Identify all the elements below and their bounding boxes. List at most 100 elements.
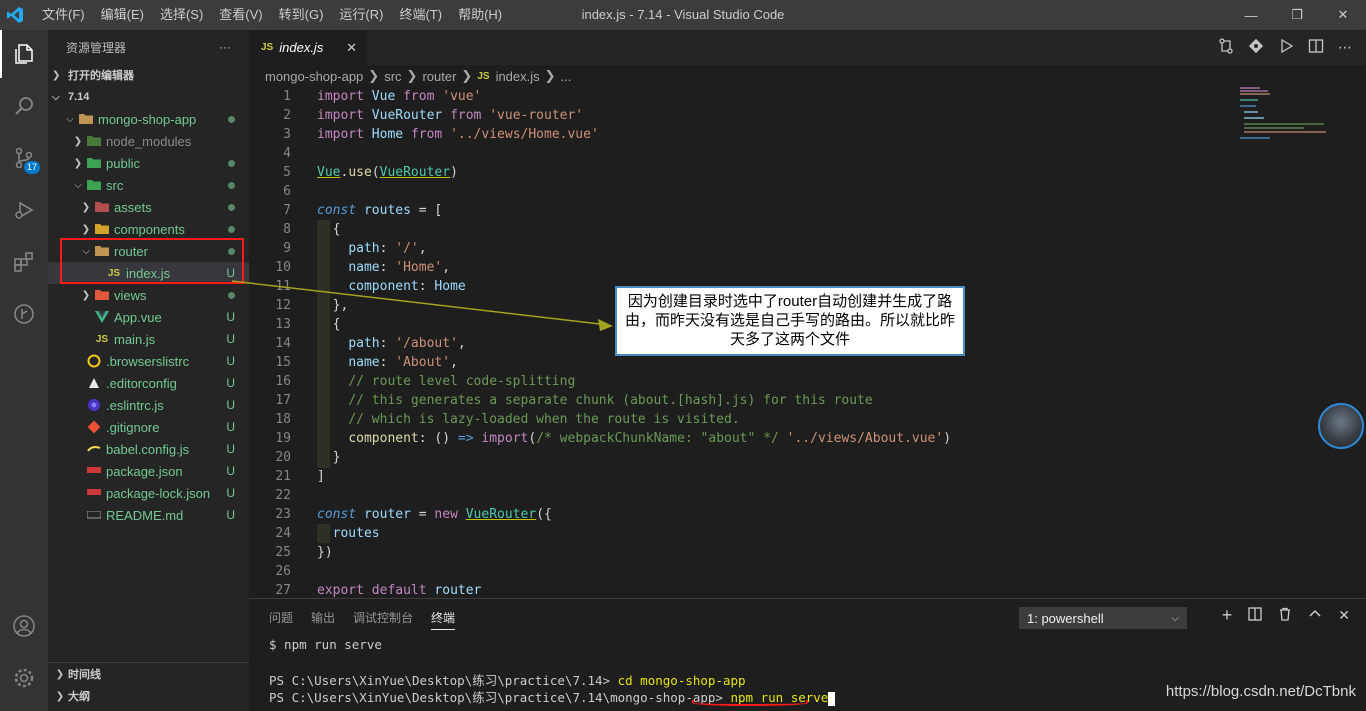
- settings-gear-icon[interactable]: [0, 654, 48, 702]
- breadcrumb-item[interactable]: ...: [561, 69, 572, 84]
- menu-help[interactable]: 帮助(H): [450, 0, 510, 30]
- npm-icon: [86, 485, 102, 501]
- close-panel-icon[interactable]: ✕: [1338, 607, 1350, 624]
- account-icon[interactable]: [0, 602, 48, 650]
- open-editors-label: 打开的编辑器: [68, 70, 134, 82]
- chevron-down-icon: ⌵: [1171, 612, 1179, 624]
- src-folder-icon: [86, 177, 102, 193]
- new-terminal-icon[interactable]: +: [1222, 606, 1233, 624]
- breadcrumb-item[interactable]: src: [384, 69, 401, 84]
- split-editor-icon[interactable]: [1308, 38, 1324, 57]
- tab-output[interactable]: 输出: [311, 609, 335, 630]
- tree-file-editorconfig[interactable]: .editorconfig U: [48, 372, 249, 394]
- editor-tab-bar: JS index.js ✕ ⋯: [249, 30, 1366, 65]
- title-bar: 文件(F) 编辑(E) 选择(S) 查看(V) 转到(G) 运行(R) 终端(T…: [0, 0, 1366, 30]
- tree-file-browserslistrc[interactable]: .browserslistrc U: [48, 350, 249, 372]
- eslint-icon: [86, 397, 102, 413]
- tab-label: index.js: [279, 40, 324, 55]
- workspace-section[interactable]: ⌵ 7.14: [48, 86, 249, 108]
- open-changes-icon[interactable]: [1218, 38, 1234, 57]
- tree-file-babel-config[interactable]: babel.config.js U: [48, 438, 249, 460]
- close-window-icon[interactable]: ✕: [1320, 0, 1366, 30]
- browserslist-icon: [86, 353, 102, 369]
- activity-bar: 17: [0, 30, 48, 711]
- folder-open-icon: [78, 111, 94, 127]
- tree-folder-mongo-shop-app[interactable]: ⌵ mongo-shop-app: [48, 108, 249, 130]
- extensions-icon[interactable]: [0, 238, 48, 286]
- menu-bar: 文件(F) 编辑(E) 选择(S) 查看(V) 转到(G) 运行(R) 终端(T…: [34, 0, 510, 30]
- tree-file-readme[interactable]: README.md U: [48, 504, 249, 526]
- git-icon: [86, 419, 102, 435]
- source-control-icon[interactable]: 17: [0, 134, 48, 182]
- breadcrumb-item[interactable]: mongo-shop-app: [265, 69, 363, 84]
- breadcrumb-item[interactable]: index.js: [496, 69, 540, 84]
- tree-file-package-lock-json[interactable]: package-lock.json U: [48, 482, 249, 504]
- tree-folder-components[interactable]: ❯ components: [48, 218, 249, 240]
- run-debug-icon[interactable]: [0, 186, 48, 234]
- tree-file-main-js[interactable]: JS main.js U: [48, 328, 249, 350]
- outline-section[interactable]: ❯ 大纲: [48, 685, 249, 707]
- split-terminal-icon[interactable]: [1248, 607, 1262, 624]
- tree-file-eslintrc[interactable]: .eslintrc.js U: [48, 394, 249, 416]
- avatar[interactable]: [1318, 403, 1364, 449]
- terminal-cursor: [828, 691, 836, 706]
- menu-terminal[interactable]: 终端(T): [391, 0, 450, 30]
- tree-folder-assets[interactable]: ❯ assets: [48, 196, 249, 218]
- trash-icon[interactable]: [1278, 607, 1292, 624]
- run-icon[interactable]: [1278, 38, 1294, 57]
- minimize-icon[interactable]: —: [1228, 0, 1274, 30]
- views-folder-icon: [94, 287, 110, 303]
- tree-folder-router[interactable]: ⌵ router: [48, 240, 249, 262]
- tree-file-router-index-js[interactable]: JS index.js U: [48, 262, 249, 284]
- js-file-icon: JS: [477, 70, 490, 82]
- components-folder-icon: [94, 221, 110, 237]
- public-folder-icon: [86, 155, 102, 171]
- close-tab-icon[interactable]: ✕: [346, 40, 357, 56]
- tree-file-package-json[interactable]: package.json U: [48, 460, 249, 482]
- npm-icon: [86, 463, 102, 479]
- maximize-panel-icon[interactable]: [1308, 607, 1322, 624]
- git-graph-icon[interactable]: [0, 290, 48, 338]
- menu-view[interactable]: 查看(V): [211, 0, 270, 30]
- menu-selection[interactable]: 选择(S): [152, 0, 211, 30]
- tab-index-js[interactable]: JS index.js ✕: [249, 30, 367, 65]
- tree-folder-public[interactable]: ❯ public: [48, 152, 249, 174]
- timeline-section[interactable]: ❯ 时间线: [48, 663, 249, 685]
- minimap[interactable]: [1240, 87, 1352, 147]
- timeline-label: 时间线: [68, 669, 101, 681]
- menu-file[interactable]: 文件(F): [34, 0, 93, 30]
- tab-problems[interactable]: 问题: [269, 609, 293, 630]
- tree-folder-views[interactable]: ❯ views: [48, 284, 249, 306]
- js-file-icon: JS: [261, 42, 274, 53]
- vscode-logo-icon: [0, 0, 30, 30]
- search-icon[interactable]: [0, 82, 48, 130]
- scm-badge: 17: [24, 161, 41, 174]
- more-actions-icon[interactable]: ···: [219, 40, 231, 54]
- js-file-icon: JS: [95, 333, 109, 345]
- more-icon[interactable]: ⋯: [1338, 39, 1352, 56]
- explorer-title: 资源管理器: [66, 40, 127, 55]
- open-editors-section[interactable]: ❯ 打开的编辑器: [48, 64, 249, 86]
- tree-file-gitignore[interactable]: .gitignore U: [48, 416, 249, 438]
- explorer-icon[interactable]: [0, 30, 48, 78]
- outline-label: 大纲: [68, 691, 90, 703]
- breadcrumb: mongo-shop-app ❯ src ❯ router ❯ JS index.js…: [249, 65, 1366, 87]
- restore-icon[interactable]: ❐: [1274, 0, 1320, 30]
- menu-edit[interactable]: 编辑(E): [93, 0, 152, 30]
- tab-terminal[interactable]: 终端: [431, 609, 456, 630]
- tree-folder-src[interactable]: ⌵ src: [48, 174, 249, 196]
- babel-icon: [86, 441, 102, 457]
- menu-run[interactable]: 运行(R): [331, 0, 391, 30]
- git-commit-icon[interactable]: [1248, 38, 1264, 57]
- terminal-line: PS C:\Users\XinYue\Desktop\练习\practice\7…: [269, 687, 836, 706]
- terminal-select[interactable]: 1: powershell ⌵: [1019, 607, 1187, 629]
- menu-go[interactable]: 转到(G): [271, 0, 332, 30]
- tree-file-app-vue[interactable]: App.vue U: [48, 306, 249, 328]
- workspace-root-label: 7.14: [68, 91, 90, 103]
- terminal-line: $ npm run serve: [269, 637, 382, 652]
- tab-debug-console[interactable]: 调试控制台: [353, 609, 413, 630]
- node-folder-icon: [86, 133, 102, 149]
- breadcrumb-item[interactable]: router: [422, 69, 456, 84]
- watermark: https://blog.csdn.net/DcTbnk: [1165, 683, 1356, 700]
- tree-folder-node-modules[interactable]: ❯ node_modules: [48, 130, 249, 152]
